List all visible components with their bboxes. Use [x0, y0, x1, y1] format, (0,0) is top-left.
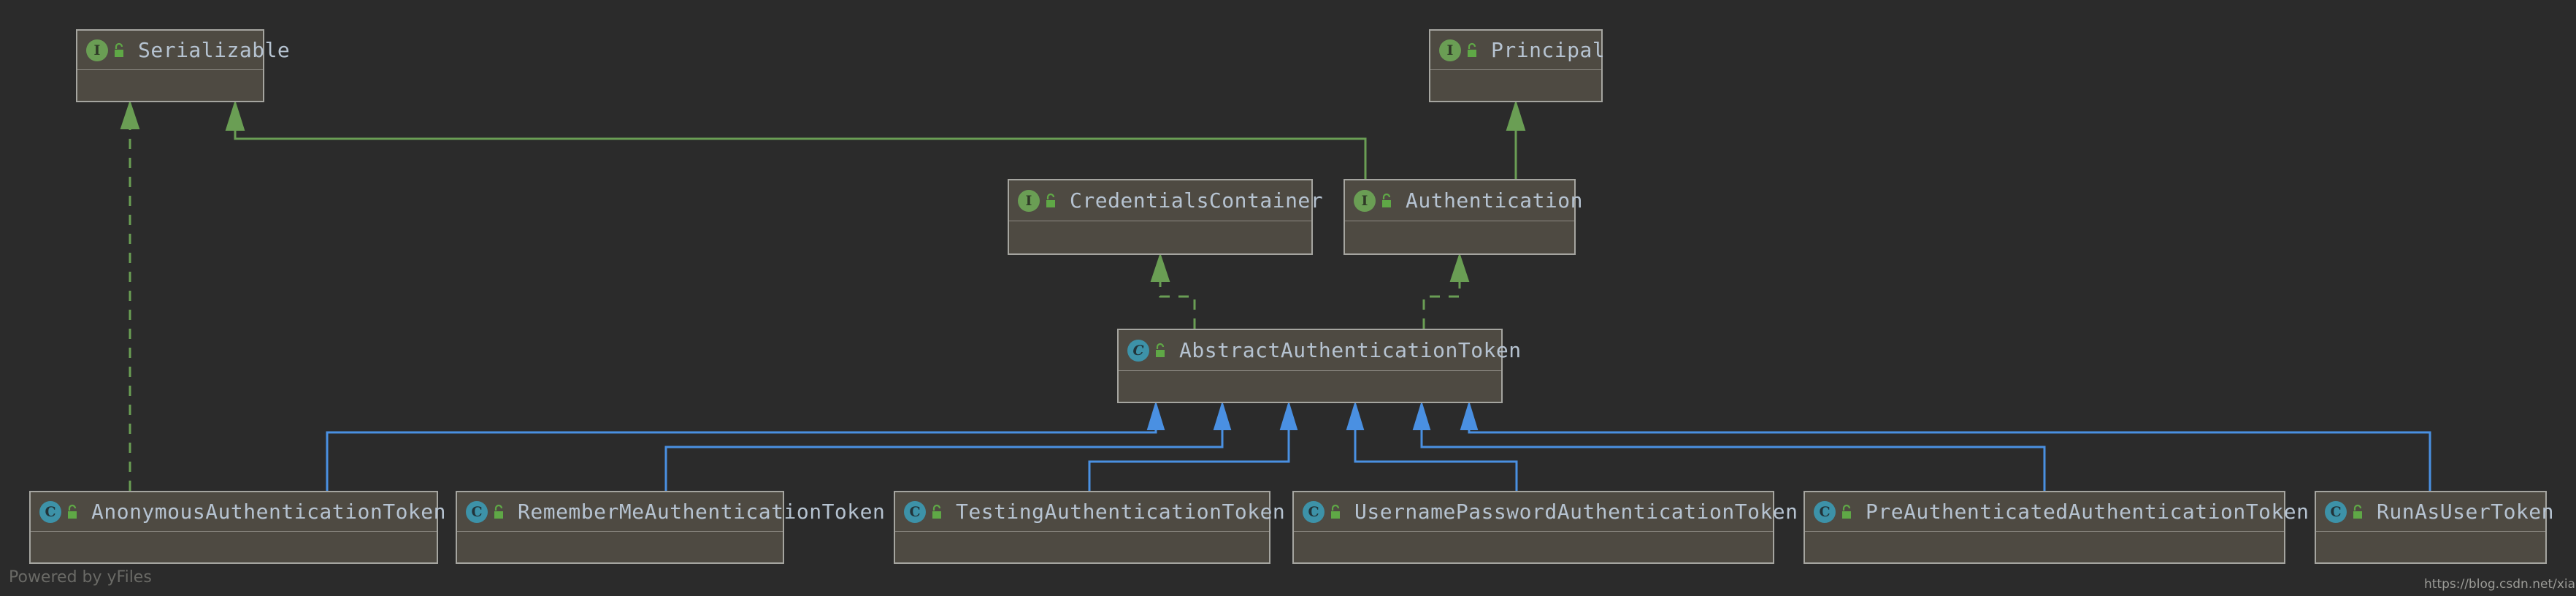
uml-node-remember-me-authentication-token[interactable]: C RememberMeAuthenticationToken — [456, 491, 885, 564]
uml-node-testing-authentication-token[interactable]: C TestingAuthenticationToken — [894, 491, 1285, 564]
class-icon: C — [1814, 500, 1836, 523]
unlocked-padlock-icon — [1156, 343, 1165, 357]
unlocked-padlock-icon — [115, 42, 123, 57]
node-members-compartment — [1345, 221, 1574, 253]
edge-abstract-to-credentials-container — [1150, 252, 1196, 329]
node-title: AnonymousAuthenticationToken — [91, 500, 447, 524]
class-icon: C — [904, 500, 926, 523]
class-icon: C — [39, 500, 61, 523]
edge-preauthenticated-to-abstract — [1412, 400, 2046, 491]
node-header: C RunAsUserToken — [2316, 492, 2554, 532]
edge-authentication-to-serializable — [225, 99, 1367, 179]
uml-node-anonymous-authentication-token[interactable]: C AnonymousAuthenticationToken — [29, 491, 446, 564]
edge-anonymous-to-serializable — [120, 99, 140, 491]
unlocked-padlock-icon — [2353, 504, 2362, 519]
node-members-compartment — [895, 532, 1269, 562]
edge-rememberme-to-abstract — [664, 400, 1232, 491]
uml-class-diagram-canvas: I Serializable I Principal I Credentials… — [0, 0, 2576, 596]
unlocked-padlock-icon — [1468, 42, 1476, 57]
node-title: Authentication — [1406, 188, 1584, 213]
node-header: I Serializable — [77, 31, 290, 70]
source-url-watermark: https://blog.csdn.net/xia296 — [2424, 577, 2576, 592]
interface-icon: I — [1439, 39, 1461, 61]
class-icon: C — [2325, 500, 2347, 523]
unlocked-padlock-icon — [1046, 193, 1055, 207]
unlocked-padlock-icon — [68, 504, 77, 519]
uml-node-run-as-user-token[interactable]: C RunAsUserToken — [2315, 491, 2554, 564]
node-title: CredentialsContainer — [1070, 188, 1324, 213]
node-title: PreAuthenticatedAuthenticationToken — [1866, 500, 2309, 524]
node-members-compartment — [77, 70, 263, 101]
node-members-compartment — [1119, 371, 1501, 402]
edge-usernamepassword-to-abstract — [1346, 400, 1518, 491]
uml-node-authentication[interactable]: I Authentication — [1343, 179, 1583, 255]
node-members-compartment — [1009, 221, 1311, 253]
uml-node-abstract-authentication-token[interactable]: C AbstractAuthenticationToken — [1117, 329, 1521, 403]
node-title: Serializable — [138, 38, 291, 62]
edge-anonymous-to-abstract — [326, 400, 1165, 491]
node-title: RememberMeAuthenticationToken — [518, 500, 886, 524]
node-members-compartment — [2316, 532, 2545, 562]
node-members-compartment — [1805, 532, 2284, 562]
node-header: I Authentication — [1345, 180, 1583, 221]
node-members-compartment — [1430, 70, 1601, 101]
interface-icon: I — [1018, 189, 1040, 212]
unlocked-padlock-icon — [1331, 504, 1340, 519]
uml-node-username-password-authentication-token[interactable]: C UsernamePasswordAuthenticationToken — [1292, 491, 1798, 564]
node-header: C RememberMeAuthenticationToken — [457, 492, 885, 532]
node-header: C UsernamePasswordAuthenticationToken — [1294, 492, 1798, 532]
edge-runasusertoken-to-abstract — [1460, 400, 2431, 491]
unlocked-padlock-icon — [1382, 193, 1391, 207]
interface-icon: I — [86, 39, 108, 61]
node-header: I CredentialsContainer — [1009, 180, 1323, 221]
uml-node-principal[interactable]: I Principal — [1429, 29, 1605, 102]
uml-node-pre-authenticated-authentication-token[interactable]: C PreAuthenticatedAuthenticationToken — [1803, 491, 2309, 564]
interface-icon: I — [1354, 189, 1376, 212]
unlocked-padlock-icon — [494, 504, 503, 519]
node-members-compartment — [31, 532, 437, 562]
node-header: C TestingAuthenticationToken — [895, 492, 1285, 532]
node-members-compartment — [457, 532, 783, 562]
uml-node-credentials-container[interactable]: I CredentialsContainer — [1008, 179, 1323, 255]
node-title: RunAsUserToken — [2377, 500, 2555, 524]
node-header: C PreAuthenticatedAuthenticationToken — [1805, 492, 2309, 532]
unlocked-padlock-icon — [1842, 504, 1851, 519]
node-title: UsernamePasswordAuthenticationToken — [1354, 500, 1798, 524]
unlocked-padlock-icon — [932, 504, 941, 519]
class-icon: C — [1303, 500, 1325, 523]
node-header: I Principal — [1430, 31, 1605, 70]
node-title: TestingAuthenticationToken — [956, 500, 1286, 524]
uml-node-serializable[interactable]: I Serializable — [76, 29, 290, 102]
abstract-class-icon: C — [1127, 339, 1149, 362]
edge-testing-to-abstract — [1088, 400, 1298, 491]
edge-abstract-to-authentication — [1422, 252, 1470, 329]
edge-authentication-to-principal — [1506, 99, 1526, 179]
node-header: C AnonymousAuthenticationToken — [31, 492, 446, 532]
node-title: Principal — [1491, 38, 1606, 62]
class-icon: C — [466, 500, 488, 523]
node-members-compartment — [1294, 532, 1773, 562]
node-title: AbstractAuthenticationToken — [1179, 338, 1522, 362]
node-header: C AbstractAuthenticationToken — [1119, 330, 1521, 371]
yfiles-watermark: Powered by yFiles — [9, 568, 152, 587]
